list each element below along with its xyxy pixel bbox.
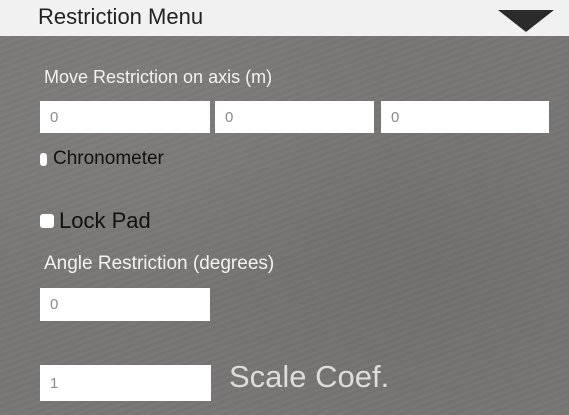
angle-restriction-label: Angle Restriction (degrees) xyxy=(44,253,275,274)
chronometer-toggle[interactable]: Chronometer xyxy=(40,148,164,170)
scale-coef-label: Scale Coef. xyxy=(229,359,390,394)
menu-title: Restriction Menu xyxy=(38,4,204,29)
move-y-input[interactable] xyxy=(215,101,374,133)
lock-pad-checkbox[interactable] xyxy=(40,214,54,228)
chronometer-checkbox[interactable] xyxy=(40,152,47,166)
chronometer-label: Chronometer xyxy=(53,148,164,169)
collapse-toggle-button[interactable] xyxy=(498,10,554,34)
move-restriction-label: Move Restriction on axis (m) xyxy=(44,67,273,87)
lock-pad-label: Lock Pad xyxy=(59,208,151,233)
angle-input[interactable] xyxy=(40,288,210,321)
scale-coef-input[interactable] xyxy=(40,365,211,401)
move-x-input[interactable] xyxy=(40,101,210,133)
triangle-down-icon xyxy=(498,10,554,32)
menu-header[interactable]: Restriction Menu xyxy=(0,0,569,36)
move-z-input[interactable] xyxy=(381,101,549,133)
lock-pad-toggle[interactable]: Lock Pad xyxy=(40,208,151,234)
